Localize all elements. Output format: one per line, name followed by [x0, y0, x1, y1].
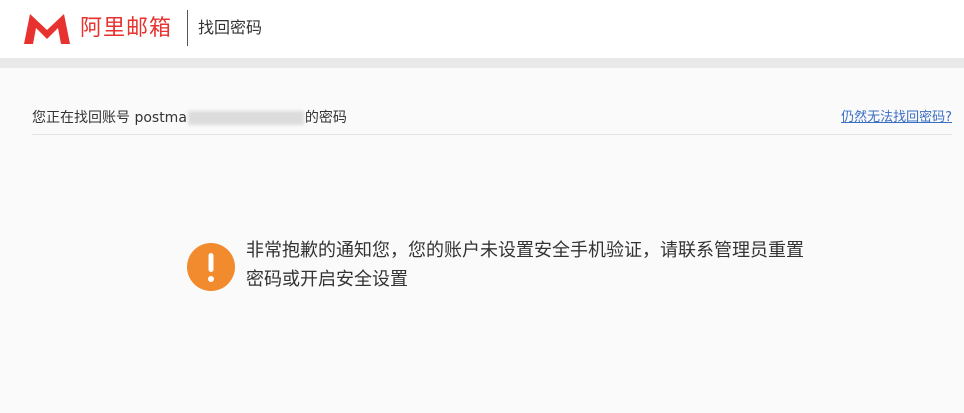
header-divider	[187, 10, 188, 46]
page-header: 阿里邮箱 找回密码	[0, 0, 964, 58]
account-suffix: 的密码	[304, 110, 347, 126]
account-row: 您正在找回账号 postma 的密码 仍然无法找回密码?	[32, 100, 952, 135]
page-title: 找回密码	[198, 18, 263, 37]
notice-text: 非常抱歉的通知您，您的账户未设置安全手机验证，请联系管理员重置密码或开启安全设置	[246, 240, 804, 290]
still-cannot-recover-link[interactable]: 仍然无法找回密码?	[841, 109, 952, 127]
mail-logo-icon	[24, 14, 70, 44]
account-prefix: 您正在找回账号 postma	[32, 110, 187, 126]
notice-message-box: 非常抱歉的通知您，您的账户未设置安全手机验证，请联系管理员重置密码或开启安全设置	[187, 236, 806, 294]
brand-logo[interactable]: 阿里邮箱	[22, 12, 172, 46]
header-separator-bar	[0, 58, 964, 68]
account-statement: 您正在找回账号 postma 的密码	[32, 108, 347, 128]
masked-account	[187, 111, 304, 125]
exclamation-icon	[187, 243, 235, 291]
brand-name: 阿里邮箱	[80, 16, 173, 41]
